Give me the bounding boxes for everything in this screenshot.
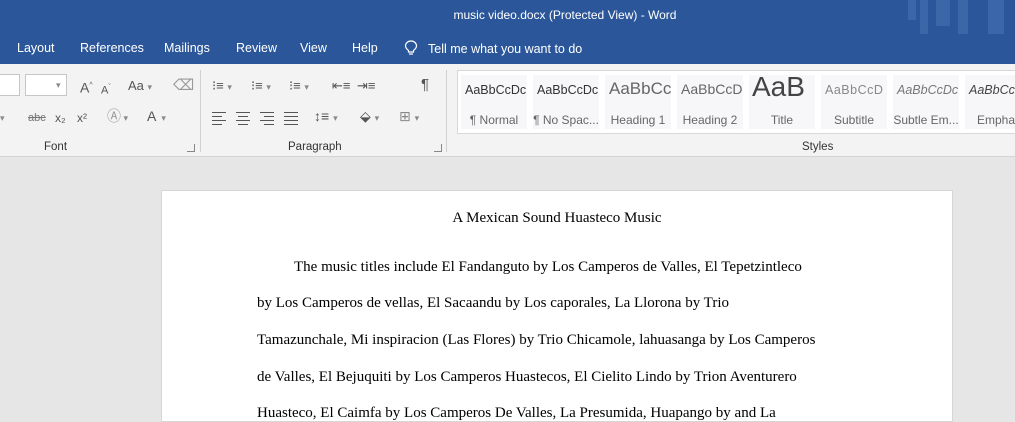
style-heading-1[interactable]: AaBbCc Heading 1 — [605, 75, 671, 129]
style-name: Heading 2 — [682, 113, 738, 127]
align-left-icon[interactable] — [212, 112, 226, 128]
ribbon-tabs: Layout References Mailings Review View H… — [0, 34, 1015, 64]
paragraph-line: Huasteco, El Caimfa by Los Camperos De V… — [257, 405, 776, 421]
style-subtitle[interactable]: AaBbCcD Subtitle — [821, 75, 887, 129]
grow-font-icon[interactable]: A^ — [80, 78, 93, 96]
ribbon: ▾ A^ Aˇ Aa ▾ ⌫ ▾ abc x₂ x² Ⓐ ▾ A ▾ Font … — [0, 64, 1015, 157]
line-spacing-icon[interactable]: ↕≡ ▾ — [314, 108, 338, 126]
window-title: music video.docx (Protected View) - Word — [453, 8, 677, 22]
style-preview: AaBbCcDc — [969, 83, 1015, 97]
style-preview: AaBbCcDc — [465, 83, 527, 97]
tab-layout[interactable]: Layout — [17, 41, 55, 55]
tell-me-search[interactable]: Tell me what you want to do — [404, 40, 582, 56]
style-normal[interactable]: AaBbCcDc ¶ Normal — [461, 75, 527, 129]
tab-mailings[interactable]: Mailings — [164, 41, 210, 55]
style-title[interactable]: AaB Title — [749, 75, 815, 129]
document-page[interactable]: A Mexican Sound Huasteco Music The music… — [161, 190, 953, 422]
group-divider — [446, 70, 447, 152]
tab-view[interactable]: View — [300, 41, 327, 55]
shading-icon[interactable]: ⬙ ▾ — [360, 108, 379, 126]
paragraph-line: by Los Camperos de vellas, El Sacaandu b… — [257, 295, 729, 311]
justify-icon[interactable] — [284, 112, 298, 128]
style-preview: AaBbCcD — [681, 81, 743, 97]
paragraph-dialog-launcher[interactable] — [434, 144, 442, 152]
clear-formatting-icon[interactable]: ⌫ — [173, 78, 194, 94]
decrease-indent-icon[interactable]: ⇤≡ — [332, 78, 350, 94]
style-name: Subtle Em... — [893, 113, 959, 127]
tab-review[interactable]: Review — [236, 41, 277, 55]
borders-icon[interactable]: ⊞ ▾ — [399, 108, 419, 126]
title-bar: music video.docx (Protected View) - Word — [0, 0, 1015, 34]
tab-help[interactable]: Help — [352, 41, 378, 55]
tell-me-text: Tell me what you want to do — [428, 42, 583, 56]
align-right-icon[interactable] — [260, 112, 274, 128]
align-center-icon[interactable] — [236, 112, 250, 128]
style-preview: AaBbCcDc — [897, 83, 959, 97]
font-name-box[interactable] — [0, 74, 20, 96]
increase-indent-icon[interactable]: ⇥≡ — [357, 78, 375, 94]
styles-group-label: Styles — [802, 141, 834, 153]
style-no-spacing[interactable]: AaBbCcDc ¶ No Spac... — [533, 75, 599, 129]
style-name: Emphas — [976, 113, 1015, 127]
style-name: ¶ Normal — [469, 113, 519, 127]
style-preview: AaB — [752, 75, 805, 102]
chevron-down-icon: ▾ — [56, 80, 61, 90]
paragraph-line: de Valles, El Bejuquiti by Los Camperos … — [257, 369, 797, 385]
style-name: Subtitle — [833, 113, 875, 127]
style-preview: AaBbCc — [609, 79, 671, 98]
chevron-down-icon: ▾ — [0, 113, 5, 123]
style-heading-2[interactable]: AaBbCcD Heading 2 — [677, 75, 743, 129]
multilevel-list-icon[interactable]: ⁝≡ ▾ — [289, 78, 309, 95]
paragraph-group-label: Paragraph — [288, 141, 342, 153]
paragraph-line: The music titles include El Fandanguto b… — [294, 259, 802, 275]
numbering-icon[interactable]: ⁝≡ ▾ — [251, 78, 271, 95]
lightbulb-icon — [404, 40, 418, 55]
shrink-font-icon[interactable]: Aˇ — [101, 80, 111, 99]
font-dialog-launcher[interactable] — [187, 144, 195, 152]
font-size-box[interactable]: ▾ — [25, 74, 67, 96]
pilcrow-icon[interactable]: ¶ — [421, 77, 429, 93]
style-name: Heading 1 — [610, 113, 666, 127]
strikethrough-icon[interactable]: abc — [28, 110, 46, 126]
superscript-icon[interactable]: x² — [77, 110, 87, 126]
font-group-label: Font — [44, 141, 68, 153]
change-case-icon[interactable]: Aa ▾ — [128, 78, 152, 95]
bullets-icon[interactable]: ⁝≡ ▾ — [212, 78, 232, 95]
subscript-icon[interactable]: x₂ — [55, 110, 66, 126]
text-effects-icon[interactable]: Ⓐ ▾ — [107, 108, 128, 126]
font-color-icon[interactable]: A ▾ — [147, 108, 166, 126]
group-divider — [200, 70, 201, 152]
document-title: A Mexican Sound Huasteco Music — [452, 210, 662, 226]
style-name: Title — [770, 113, 794, 127]
style-emphasis[interactable]: AaBbCcDc Emphas — [965, 75, 1015, 129]
paragraph-line: Tamazunchale, Mi inspiracion (Las Flores… — [257, 332, 816, 348]
style-subtle-emphasis[interactable]: AaBbCcDc Subtle Em... — [893, 75, 959, 129]
tab-references[interactable]: References — [80, 41, 144, 55]
style-preview: AaBbCcD — [825, 83, 884, 97]
style-preview: AaBbCcDc — [537, 83, 599, 97]
style-name: ¶ No Spac... — [533, 113, 599, 127]
styles-gallery: AaBbCcDc ¶ Normal AaBbCcDc ¶ No Spac... … — [457, 70, 1015, 134]
